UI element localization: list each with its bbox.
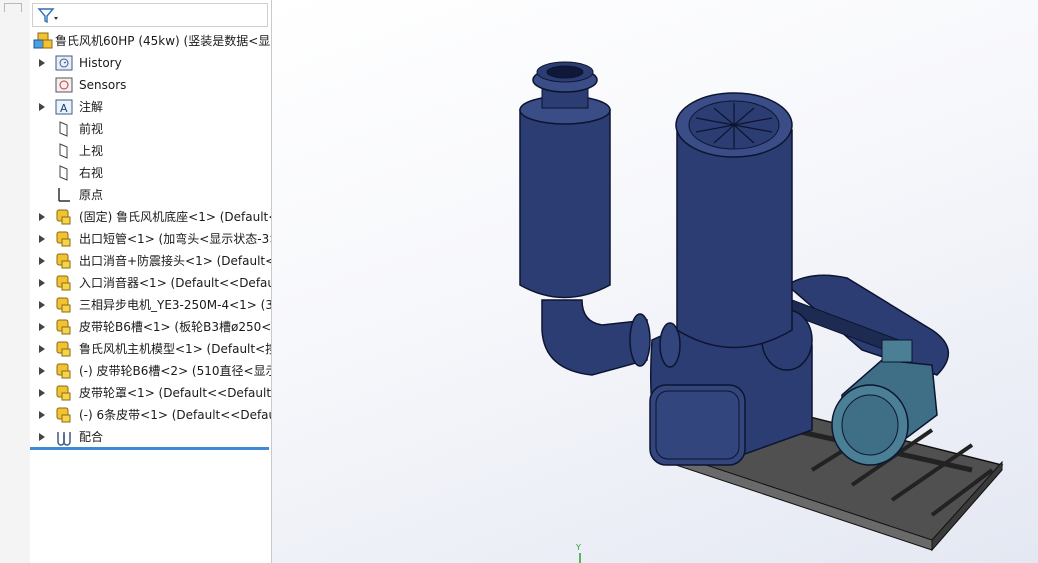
tree-item-label: 原点 <box>79 188 104 202</box>
tree-item[interactable]: 三相异步电机_YE3-250M-4<1> (3 <box>30 294 271 316</box>
tree-item[interactable]: 出口短管<1> (加弯头<显示状态-3> <box>30 228 271 250</box>
expand-arrow-icon[interactable] <box>37 228 47 250</box>
expand-arrow-icon[interactable] <box>37 360 47 382</box>
tree-item[interactable]: 皮带轮罩<1> (Default<<Default> <box>30 382 271 404</box>
expand-arrow-icon[interactable] <box>37 250 47 272</box>
tree-item-label: 三相异步电机_YE3-250M-4<1> (3 <box>79 298 271 312</box>
part-icon <box>56 209 71 225</box>
tree-item-label: 前视 <box>79 122 104 136</box>
part-icon <box>56 297 71 313</box>
tree-item[interactable]: A 注解 <box>30 96 271 118</box>
tree-item-label: 出口短管<1> (加弯头<显示状态-3> <box>79 232 271 246</box>
part-icon <box>56 363 71 379</box>
outlet-silencer <box>519 61 611 299</box>
tree-item[interactable]: (-) 皮带轮B6槽<2> (510直径<显示 <box>30 360 271 382</box>
tree-item[interactable]: 入口消音器<1> (Default<<Defaul <box>30 272 271 294</box>
tree-root-label: 鲁氏风机60HP (45kw) (竖装是数据<显 <box>55 34 271 48</box>
blower-assembly-model[interactable] <box>272 0 1038 563</box>
left-tool-strip <box>0 0 31 563</box>
expand-arrow-icon[interactable] <box>37 272 47 294</box>
assembly-icon <box>33 32 53 49</box>
expand-arrow-icon[interactable] <box>37 96 47 118</box>
origin-icon <box>58 188 70 202</box>
tree-item-label: History <box>79 56 122 70</box>
tree-item[interactable]: 原点 <box>30 184 271 206</box>
expand-arrow-icon[interactable] <box>37 206 47 228</box>
part-icon <box>56 341 71 357</box>
axis-triad-icon <box>579 553 581 563</box>
axis-triad: Y <box>572 543 592 563</box>
history-icon <box>55 55 73 71</box>
part-icon <box>56 407 71 423</box>
filter-bar[interactable] <box>32 3 268 27</box>
sensor-icon <box>55 77 73 93</box>
tree-item-label: (-) 皮带轮B6槽<2> (510直径<显示 <box>79 364 271 378</box>
tree-item-label: 注解 <box>79 100 104 114</box>
tree-item[interactable]: 皮带轮B6槽<1> (板轮B3槽ø250<显 <box>30 316 271 338</box>
tree-item-label: 右视 <box>79 166 104 180</box>
feature-manager-panel: 鲁氏风机60HP (45kw) (竖装是数据<显 History Sensors A… <box>30 0 272 563</box>
tree-item-label: 皮带轮B6槽<1> (板轮B3槽ø250<显 <box>79 320 271 334</box>
annotation-icon: A <box>55 99 73 115</box>
tree-item[interactable]: (固定) 鲁氏风机底座<1> (Default< <box>30 206 271 228</box>
expand-arrow-icon[interactable] <box>37 382 47 404</box>
expand-arrow-icon[interactable] <box>37 294 47 316</box>
part-icon <box>56 253 71 269</box>
expand-arrow-icon[interactable] <box>37 426 47 448</box>
feature-tree: 鲁氏风机60HP (45kw) (竖装是数据<显 History Sensors A… <box>30 30 271 448</box>
tree-item-label: 出口消音+防震接头<1> (Default< <box>79 254 271 268</box>
tree-item-label: (-) 6条皮带<1> (Default<<Defaul <box>79 408 271 422</box>
part-icon <box>56 275 71 291</box>
expand-arrow-icon[interactable] <box>37 338 47 360</box>
filter-icon[interactable] <box>37 7 59 25</box>
part-icon <box>56 231 71 247</box>
tree-item-label: 鲁氏风机主机模型<1> (Default<按 <box>79 342 271 356</box>
tree-item[interactable]: (-) 6条皮带<1> (Default<<Defaul <box>30 404 271 426</box>
tree-item[interactable]: 鲁氏风机主机模型<1> (Default<按 <box>30 338 271 360</box>
inlet-silencer <box>675 92 793 349</box>
graphics-viewport[interactable]: Y <box>272 0 1038 563</box>
tree-item[interactable]: 配合 <box>30 426 271 448</box>
expand-arrow-icon[interactable] <box>37 316 47 338</box>
tree-item-label: 配合 <box>79 430 104 444</box>
part-icon <box>56 319 71 335</box>
tree-item[interactable]: History <box>30 52 271 74</box>
tree-item-label: 入口消音器<1> (Default<<Defaul <box>79 276 271 290</box>
strip-handle[interactable] <box>4 3 22 12</box>
tree-item[interactable]: Sensors <box>30 74 271 96</box>
part-icon <box>56 385 71 401</box>
tree-divider[interactable] <box>30 447 269 450</box>
tree-item[interactable]: 右视 <box>30 162 271 184</box>
plane-icon <box>59 143 68 159</box>
tree-item-label: (固定) 鲁氏风机底座<1> (Default< <box>79 210 271 224</box>
expand-arrow-icon[interactable] <box>37 404 47 426</box>
tree-item-label: Sensors <box>79 78 127 92</box>
tree-item[interactable]: 出口消音+防震接头<1> (Default< <box>30 250 271 272</box>
svg-text:A: A <box>60 102 68 115</box>
plane-icon <box>59 121 68 137</box>
tree-item[interactable]: 前视 <box>30 118 271 140</box>
mate-icon <box>57 432 71 446</box>
axis-triad-label: Y <box>576 543 581 552</box>
tree-item-label: 上视 <box>79 144 104 158</box>
tree-item-label: 皮带轮罩<1> (Default<<Default> <box>79 386 271 400</box>
tree-root[interactable]: 鲁氏风机60HP (45kw) (竖装是数据<显 <box>30 30 271 52</box>
expand-arrow-icon[interactable] <box>37 52 47 74</box>
plane-icon <box>59 165 68 181</box>
tree-item[interactable]: 上视 <box>30 140 271 162</box>
